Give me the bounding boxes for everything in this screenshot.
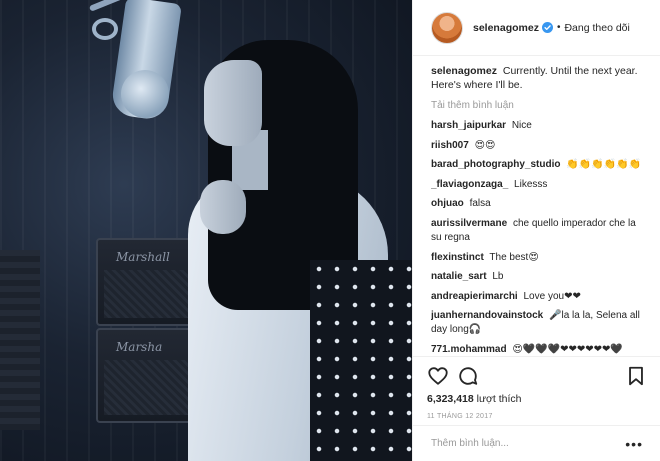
singer-face [204, 60, 262, 146]
likes-count[interactable]: 6,323,418 lượt thích [427, 393, 647, 405]
comment-item: barad_photography_studio 👏👏👏👏👏👏 [431, 158, 649, 172]
instagram-post: Marshall Marsha selenagomez • Đang theo … [0, 0, 660, 461]
amp-grill [104, 270, 198, 318]
comment-username[interactable]: 771.mohammad [431, 344, 507, 354]
comment-item: _flaviagonzaga_ Likesss [431, 178, 649, 192]
amp-logo: Marsha [116, 340, 163, 354]
comment-username[interactable]: flexinstinct [431, 252, 484, 263]
likes-label: lượt thích [476, 393, 522, 405]
comment-text: The best😍 [489, 251, 539, 263]
comment-text: 😍🖤🖤🖤❤❤❤❤❤❤🖤 [512, 343, 623, 354]
comment-text: 😍😍 [474, 139, 496, 151]
comment-item: harsh_jaipurkar Nice [431, 119, 649, 133]
post-actions: 6,323,418 lượt thích 11 THÁNG 12 2017 [413, 356, 660, 420]
polka-dot-fabric [310, 260, 412, 461]
comment-item: 771.mohammad 😍🖤🖤🖤❤❤❤❤❤❤🖤 [431, 343, 649, 354]
speaker-cabinet [0, 250, 40, 430]
action-icons [427, 365, 647, 387]
comment-text: Love you❤❤ [523, 290, 581, 302]
comment-username[interactable]: riish007 [431, 140, 469, 151]
post-caption: selenagomez Currently. Until the next ye… [431, 64, 649, 92]
verified-badge-icon [541, 22, 553, 33]
comment-item: ohjuao falsa [431, 197, 649, 211]
comment-item: riish007 😍😍 [431, 139, 649, 153]
post-sidebar: selenagomez • Đang theo dõi selenagomez … [412, 0, 660, 461]
comment-text: falsa [469, 198, 491, 210]
comment-item: flexinstinct The best😍 [431, 251, 649, 265]
follow-status-button[interactable]: Đang theo dõi [564, 22, 629, 34]
post-date[interactable]: 11 THÁNG 12 2017 [427, 413, 647, 420]
comment-username[interactable]: aurissilvermane [431, 218, 507, 229]
comment-username[interactable]: harsh_jaipurkar [431, 120, 506, 131]
post-photo[interactable]: Marshall Marsha [0, 0, 412, 461]
bookmark-icon[interactable] [625, 365, 647, 387]
add-comment-bar: ••• [413, 425, 660, 461]
comment-item: andreapierimarchi Love you❤❤ [431, 290, 649, 304]
amp-logo: Marshall [116, 250, 170, 264]
amp-grill [104, 360, 198, 415]
singer-hand [200, 180, 246, 234]
avatar[interactable] [431, 11, 463, 44]
comment-username[interactable]: natalie_sart [431, 271, 487, 282]
comment-text: Nice [511, 120, 532, 131]
comment-username[interactable]: andreapierimarchi [431, 291, 518, 302]
comment-text: 👏👏👏👏👏👏 [566, 159, 641, 171]
comment-username[interactable]: barad_photography_studio [431, 159, 560, 170]
load-more-comments-link[interactable]: Tải thêm bình luận [431, 100, 649, 111]
comment-text: Lb [492, 271, 504, 283]
comment-username[interactable]: _flaviagonzaga_ [431, 179, 508, 190]
header-username[interactable]: selenagomez [473, 22, 539, 34]
comment-icon[interactable] [457, 365, 479, 387]
post-header: selenagomez • Đang theo dõi [413, 0, 660, 56]
comment-text: Likesss [514, 178, 548, 190]
heart-icon[interactable] [427, 365, 449, 387]
comment-item: natalie_sart Lb [431, 270, 649, 284]
more-options-button[interactable]: ••• [625, 436, 643, 452]
mic-clip [92, 18, 118, 40]
likes-number: 6,323,418 [427, 393, 474, 405]
caption-username[interactable]: selenagomez [431, 65, 497, 77]
comment-username[interactable]: juanhernandovainstock [431, 310, 543, 321]
comment-item: juanhernandovainstock 🎤la la la, Selena … [431, 309, 649, 337]
add-comment-input[interactable] [431, 438, 621, 449]
comment-username[interactable]: ohjuao [431, 198, 464, 209]
comments-list[interactable]: selenagomez Currently. Until the next ye… [431, 64, 649, 354]
header-separator: • [556, 22, 561, 33]
comment-item: aurissilvermane che quello imperador che… [431, 217, 649, 245]
